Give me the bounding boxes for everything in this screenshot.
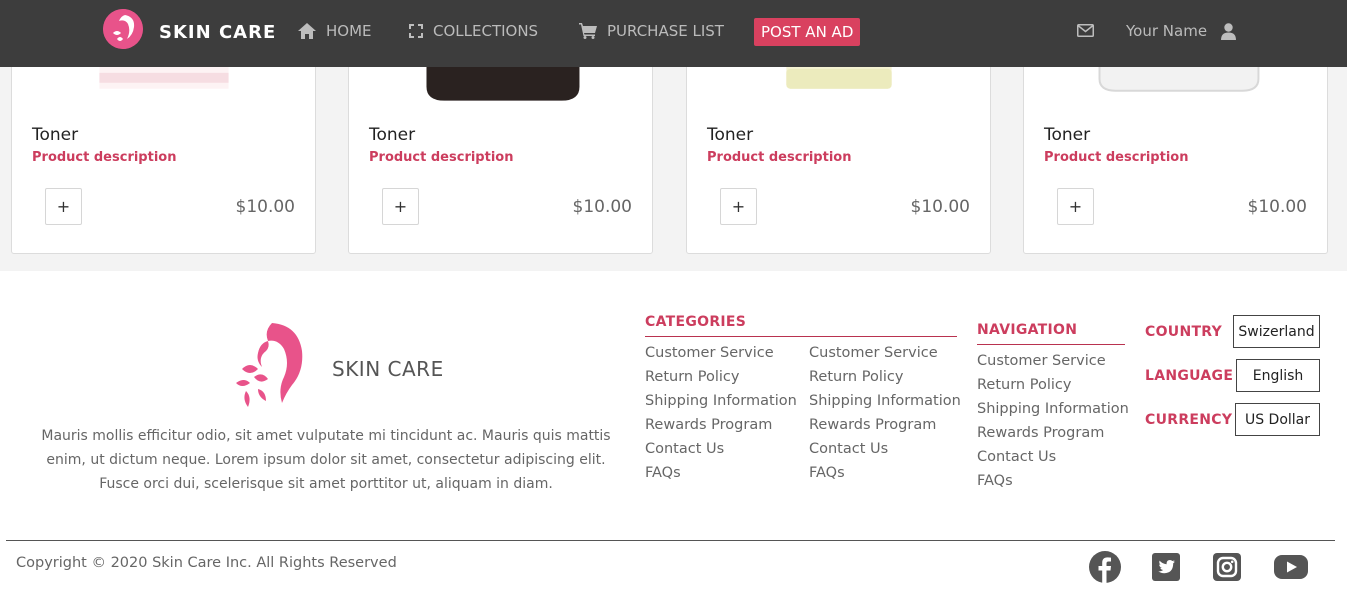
product-price: $10.00 — [910, 197, 970, 217]
footer-link[interactable]: Rewards Program — [977, 421, 1129, 445]
footer-divider — [6, 540, 1335, 541]
footer-link[interactable]: FAQs — [645, 461, 797, 485]
user-menu[interactable]: Your Name — [1126, 22, 1237, 40]
country-label: COUNTRY — [1145, 324, 1223, 340]
add-to-cart-button[interactable]: + — [720, 188, 757, 225]
product-name[interactable]: Toner — [32, 125, 78, 145]
product-price: $10.00 — [572, 197, 632, 217]
product-name[interactable]: Toner — [369, 125, 415, 145]
top-navbar: SKIN CARE HOME COLLECTIONS PURCHASE LIST… — [0, 0, 1347, 67]
user-icon — [1221, 22, 1237, 40]
product-description: Product description — [1044, 150, 1189, 165]
product-description: Product description — [369, 150, 514, 165]
footer-link[interactable]: Return Policy — [977, 373, 1129, 397]
youtube-icon[interactable] — [1273, 554, 1309, 580]
footer-link[interactable]: FAQs — [809, 461, 961, 485]
product-description: Product description — [32, 150, 177, 165]
footer-link[interactable]: Rewards Program — [809, 413, 961, 437]
product-name[interactable]: Toner — [1044, 125, 1090, 145]
footer-link[interactable]: Shipping Information — [809, 389, 961, 413]
nav-collections-label: COLLECTIONS — [433, 22, 539, 40]
language-select[interactable]: English — [1236, 359, 1320, 392]
add-to-cart-button[interactable]: + — [1057, 188, 1094, 225]
add-to-cart-button[interactable]: + — [382, 188, 419, 225]
footer-link[interactable]: Contact Us — [809, 437, 961, 461]
navigation-list: Customer Service Return Policy Shipping … — [977, 349, 1129, 493]
product-description: Product description — [707, 150, 852, 165]
footer-link[interactable]: Customer Service — [977, 349, 1129, 373]
mail-icon[interactable] — [1077, 24, 1094, 37]
footer-link[interactable]: Return Policy — [645, 365, 797, 389]
categories-list-2: Customer Service Return Policy Shipping … — [809, 341, 961, 485]
nav-home-label: HOME — [326, 22, 372, 40]
footer-link[interactable]: Contact Us — [977, 445, 1129, 469]
country-select[interactable]: Swizerland — [1233, 315, 1320, 348]
product-name[interactable]: Toner — [707, 125, 753, 145]
product-price: $10.00 — [1247, 197, 1307, 217]
footer-about-text: Mauris mollis efficitur odio, sit amet v… — [41, 428, 611, 492]
nav-collections[interactable]: COLLECTIONS — [409, 22, 538, 40]
nav-home[interactable]: HOME — [298, 22, 372, 40]
instagram-icon[interactable] — [1212, 552, 1242, 582]
currency-label: CURRENCY — [1145, 412, 1233, 428]
home-icon — [298, 23, 316, 39]
copyright-text: Copyright © 2020 Skin Care Inc. All Righ… — [16, 555, 397, 571]
categories-heading: CATEGORIES — [645, 314, 957, 337]
footer-link[interactable]: Return Policy — [809, 365, 961, 389]
facebook-icon[interactable] — [1089, 551, 1121, 583]
language-label: LANGUAGE — [1145, 368, 1234, 384]
footer-logo-icon — [236, 323, 303, 407]
navigation-heading: NAVIGATION — [977, 322, 1125, 345]
nav-purchase-list[interactable]: PURCHASE LIST — [579, 22, 724, 40]
brand-logo-icon[interactable] — [103, 9, 143, 49]
add-to-cart-button[interactable]: + — [45, 188, 82, 225]
footer-link[interactable]: Shipping Information — [645, 389, 797, 413]
expand-icon — [409, 24, 423, 38]
product-price: $10.00 — [235, 197, 295, 217]
footer-link[interactable]: Customer Service — [809, 341, 961, 365]
footer-link[interactable]: Contact Us — [645, 437, 797, 461]
cart-icon — [579, 23, 597, 39]
footer-brand-name: SKIN CARE — [332, 357, 444, 381]
post-ad-button[interactable]: POST AN AD — [754, 18, 861, 46]
currency-select[interactable]: US Dollar — [1235, 403, 1320, 436]
footer-link[interactable]: Rewards Program — [645, 413, 797, 437]
footer-link[interactable]: Shipping Information — [977, 397, 1129, 421]
categories-list-1: Customer Service Return Policy Shipping … — [645, 341, 797, 485]
footer-link[interactable]: FAQs — [977, 469, 1129, 493]
user-name: Your Name — [1126, 22, 1208, 40]
twitter-icon[interactable] — [1151, 552, 1181, 582]
nav-purchase-list-label: PURCHASE LIST — [607, 22, 724, 40]
brand-name[interactable]: SKIN CARE — [159, 22, 276, 43]
footer-link[interactable]: Customer Service — [645, 341, 797, 365]
